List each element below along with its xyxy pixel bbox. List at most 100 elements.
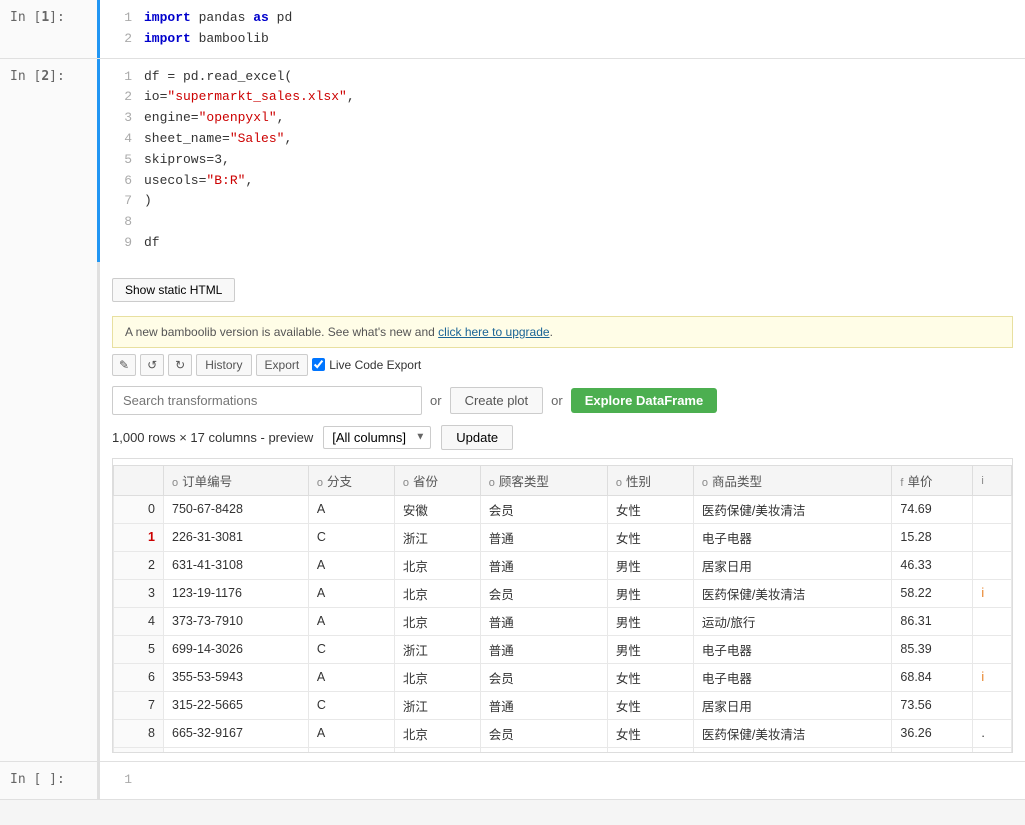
table-cell	[973, 551, 1012, 579]
table-cell: 会员	[480, 663, 607, 691]
table-cell: A	[308, 607, 394, 635]
col-header-extra: i	[973, 465, 1012, 495]
code-line: 3 engine="openpyxl",	[112, 108, 1013, 129]
columns-select[interactable]: [All columns]	[323, 426, 431, 449]
table-cell: 373-73-7910	[164, 607, 309, 635]
table-cell: 浙江	[394, 523, 480, 551]
code-line: 8	[112, 212, 1013, 233]
table-row: 5 699-14-3026 C 浙江 普通 男性 电子电器 85.39	[114, 635, 1012, 663]
create-plot-button[interactable]: Create plot	[450, 387, 544, 414]
table-cell: 会员	[480, 495, 607, 523]
export-button[interactable]: Export	[256, 354, 309, 376]
code-line: 6 usecols="B:R",	[112, 171, 1013, 192]
table-cell: 男性	[607, 551, 693, 579]
live-code-checkbox[interactable]	[312, 358, 325, 371]
show-html-button[interactable]: Show static HTML	[112, 278, 235, 302]
table-cell: 北京	[394, 719, 480, 747]
table-cell	[973, 607, 1012, 635]
table-cell: 355-53-5943	[164, 663, 309, 691]
row-index: 6	[114, 663, 164, 691]
back-button[interactable]: ↺	[140, 354, 164, 376]
cell-1-content: 1 import pandas as pd 2 import bamboolib	[100, 0, 1025, 58]
rows-label: 1,000 rows × 17 columns - preview	[112, 430, 313, 445]
table-cell: 普通	[480, 607, 607, 635]
or-text-1: or	[430, 393, 442, 408]
table-cell: 85.39	[892, 635, 973, 663]
table-cell: 74.69	[892, 495, 973, 523]
table-cell: 食品/饮料	[693, 747, 892, 753]
table-cell: 86.31	[892, 607, 973, 635]
table-cell: 女性	[607, 495, 693, 523]
code-line: 9 df	[112, 233, 1013, 254]
col-header-branch: o分支	[308, 465, 394, 495]
table-cell: 普通	[480, 523, 607, 551]
table-row: 3 123-19-1176 A 北京 会员 男性 医药保健/美妆清洁 58.22…	[114, 579, 1012, 607]
upgrade-link[interactable]: click here to upgrade	[438, 325, 549, 339]
table-cell: A	[308, 719, 394, 747]
history-button[interactable]: History	[196, 354, 251, 376]
table-row: 2 631-41-3108 A 北京 普通 男性 居家日用 46.33	[114, 551, 1012, 579]
code-line: 2 io="supermarkt_sales.xlsx",	[112, 87, 1013, 108]
table-row: 0 750-67-8428 A 安徽 会员 女性 医药保健/美妆清洁 74.69	[114, 495, 1012, 523]
table-cell: 北京	[394, 607, 480, 635]
table-row: 9 692-92-5582 B 上海 会员 女性 食品/饮料 54.84 .	[114, 747, 1012, 753]
table-cell: 68.84	[892, 663, 973, 691]
table-cell: 女性	[607, 523, 693, 551]
rows-info: 1,000 rows × 17 columns - preview [All c…	[112, 425, 1013, 450]
upgrade-banner: A new bamboolib version is available. Se…	[112, 316, 1013, 348]
table-cell: 58.22	[892, 579, 973, 607]
col-header-index	[114, 465, 164, 495]
table-cell: .	[973, 747, 1012, 753]
table-cell: .	[973, 719, 1012, 747]
table-cell: A	[308, 495, 394, 523]
empty-code: 1	[112, 770, 1013, 791]
table-cell: i	[973, 663, 1012, 691]
row-index: 9	[114, 747, 164, 753]
table-cell: 699-14-3026	[164, 635, 309, 663]
table-cell: A	[308, 663, 394, 691]
row-index: 4	[114, 607, 164, 635]
cell-2-label: In [2]:	[0, 59, 100, 262]
explore-dataframe-button[interactable]: Explore DataFrame	[571, 388, 718, 413]
table-cell: 居家日用	[693, 691, 892, 719]
table-cell	[973, 635, 1012, 663]
table-row: 1 226-31-3081 C 浙江 普通 女性 电子电器 15.28	[114, 523, 1012, 551]
table-cell	[973, 495, 1012, 523]
table-cell: 居家日用	[693, 551, 892, 579]
cell-1-code: 1 import pandas as pd 2 import bamboolib	[112, 8, 1013, 50]
toolbar: ✎ ↺ ↻ History Export Live Code Export	[112, 354, 1013, 376]
cell-1: In [1]: 1 import pandas as pd 2 import b…	[0, 0, 1025, 59]
live-code-label[interactable]: Live Code Export	[312, 358, 421, 372]
table-cell: 医药保健/美妆清洁	[693, 495, 892, 523]
table-cell: 女性	[607, 719, 693, 747]
table-cell: 692-92-5582	[164, 747, 309, 753]
search-input[interactable]	[112, 386, 422, 415]
table-cell: 36.26	[892, 719, 973, 747]
update-button[interactable]: Update	[441, 425, 513, 450]
or-text-2: or	[551, 393, 563, 408]
cell-empty-content: 1	[100, 762, 1025, 799]
col-header-gender: o性别	[607, 465, 693, 495]
table-cell: 123-19-1176	[164, 579, 309, 607]
table-cell: 上海	[394, 747, 480, 753]
table-cell: 会员	[480, 579, 607, 607]
row-index: 1	[114, 523, 164, 551]
refresh-button[interactable]: ↻	[168, 354, 192, 376]
code-line: 1 df = pd.read_excel(	[112, 67, 1013, 88]
cell-empty-label: In [ ]:	[0, 762, 100, 799]
col-header-custtype: o顾客类型	[480, 465, 607, 495]
table-cell: i	[973, 579, 1012, 607]
code-line: 4 sheet_name="Sales",	[112, 129, 1013, 150]
table-cell: 运动/旅行	[693, 607, 892, 635]
undo-button[interactable]: ✎	[112, 354, 136, 376]
table-row: 8 665-32-9167 A 北京 会员 女性 医药保健/美妆清洁 36.26…	[114, 719, 1012, 747]
row-index: 0	[114, 495, 164, 523]
table-row: 6 355-53-5943 A 北京 会员 女性 电子电器 68.84 i	[114, 663, 1012, 691]
cell-2-content: 1 df = pd.read_excel( 2 io="supermarkt_s…	[100, 59, 1025, 262]
data-table-wrapper[interactable]: o订单编号 o分支 o省份 o顾客类型 o性别 o商品类型 f单价 i	[112, 458, 1013, 753]
table-cell: 315-22-5665	[164, 691, 309, 719]
cell-1-label: In [1]:	[0, 0, 100, 58]
table-cell: C	[308, 691, 394, 719]
code-line: 1 import pandas as pd	[112, 8, 1013, 29]
cell-empty: In [ ]: 1	[0, 762, 1025, 800]
